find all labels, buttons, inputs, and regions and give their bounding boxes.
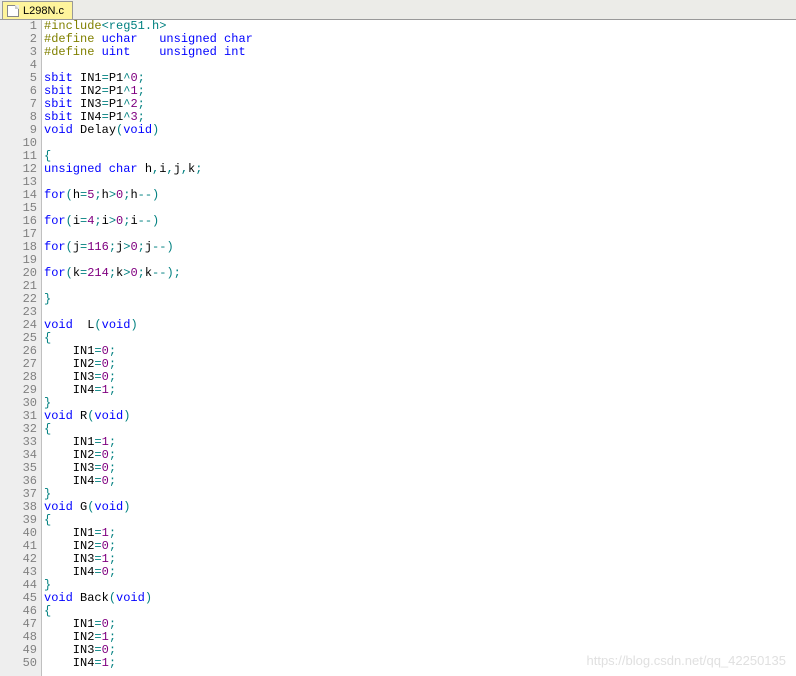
- code-line[interactable]: unsigned char h,i,j,k;: [44, 163, 796, 176]
- code-line[interactable]: IN4=1;: [44, 657, 796, 670]
- code-line[interactable]: void L(void): [44, 319, 796, 332]
- code-line[interactable]: IN2=1;: [44, 631, 796, 644]
- code-line[interactable]: IN3=0;: [44, 371, 796, 384]
- code-line[interactable]: IN1=0;: [44, 618, 796, 631]
- code-line[interactable]: {: [44, 605, 796, 618]
- code-line[interactable]: [44, 137, 796, 150]
- tab-bar: L298N.c: [0, 0, 796, 20]
- code-line[interactable]: IN2=0;: [44, 358, 796, 371]
- code-line[interactable]: }: [44, 397, 796, 410]
- code-line[interactable]: for(h=5;h>0;h--): [44, 189, 796, 202]
- code-line[interactable]: IN3=0;: [44, 462, 796, 475]
- code-line[interactable]: [44, 306, 796, 319]
- code-line[interactable]: {: [44, 332, 796, 345]
- tab-filename: L298N.c: [23, 5, 64, 17]
- code-line[interactable]: }: [44, 293, 796, 306]
- code-line[interactable]: IN2=0;: [44, 449, 796, 462]
- code-line[interactable]: for(k=214;k>0;k--);: [44, 267, 796, 280]
- code-line[interactable]: void R(void): [44, 410, 796, 423]
- code-line[interactable]: [44, 280, 796, 293]
- code-line[interactable]: [44, 59, 796, 72]
- code-line[interactable]: IN1=1;: [44, 527, 796, 540]
- code-line[interactable]: IN4=1;: [44, 384, 796, 397]
- code-line[interactable]: }: [44, 488, 796, 501]
- code-content[interactable]: #include<reg51.h>#define uchar unsigned …: [42, 20, 796, 676]
- code-line[interactable]: void Back(void): [44, 592, 796, 605]
- file-tab[interactable]: L298N.c: [2, 1, 73, 19]
- code-line[interactable]: IN4=0;: [44, 566, 796, 579]
- code-line[interactable]: {: [44, 423, 796, 436]
- code-line[interactable]: #define uint unsigned int: [44, 46, 796, 59]
- code-line[interactable]: sbit IN3=P1^2;: [44, 98, 796, 111]
- line-number: 50: [0, 657, 37, 670]
- code-editor[interactable]: 1234567891011121314151617181920212223242…: [0, 20, 796, 676]
- code-line[interactable]: IN1=0;: [44, 345, 796, 358]
- code-line[interactable]: void G(void): [44, 501, 796, 514]
- code-line[interactable]: for(i=4;i>0;i--): [44, 215, 796, 228]
- line-number-gutter: 1234567891011121314151617181920212223242…: [0, 20, 42, 676]
- code-line[interactable]: IN1=1;: [44, 436, 796, 449]
- file-icon: [7, 5, 19, 17]
- code-line[interactable]: sbit IN1=P1^0;: [44, 72, 796, 85]
- code-line[interactable]: {: [44, 514, 796, 527]
- code-line[interactable]: }: [44, 579, 796, 592]
- code-line[interactable]: void Delay(void): [44, 124, 796, 137]
- code-line[interactable]: IN4=0;: [44, 475, 796, 488]
- code-line[interactable]: IN3=1;: [44, 553, 796, 566]
- code-line[interactable]: for(j=116;j>0;j--): [44, 241, 796, 254]
- code-line[interactable]: IN3=0;: [44, 644, 796, 657]
- code-line[interactable]: IN2=0;: [44, 540, 796, 553]
- code-line[interactable]: sbit IN2=P1^1;: [44, 85, 796, 98]
